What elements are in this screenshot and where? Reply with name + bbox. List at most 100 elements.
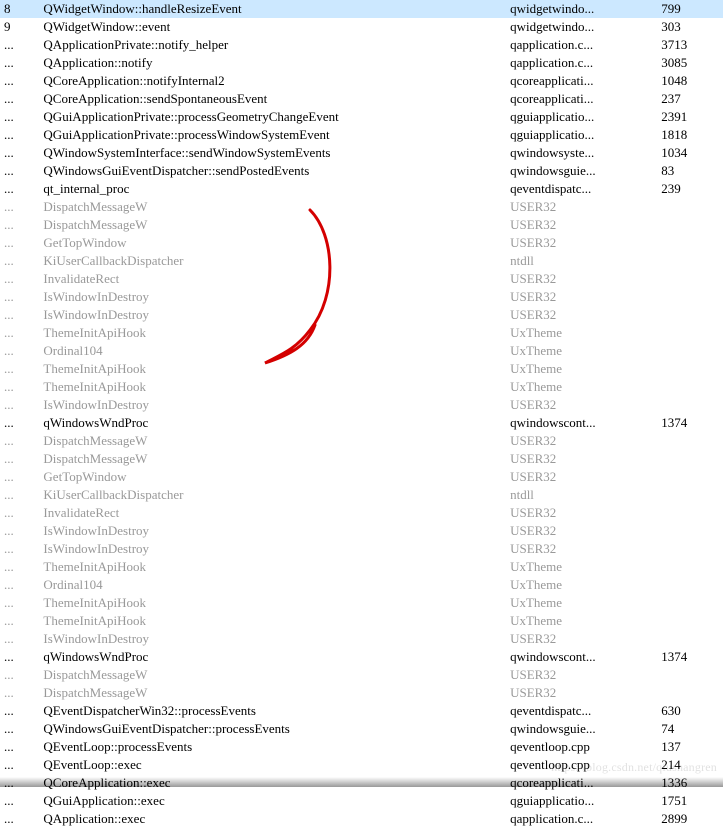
stack-frame-row[interactable]: ...GetTopWindowUSER32 [0,468,723,486]
stack-frame-row[interactable]: ...QApplicationPrivate::notify_helperqap… [0,36,723,54]
frame-module: UxTheme [506,576,657,594]
stack-frame-row[interactable]: ...QGuiApplication::execqguiapplicatio..… [0,792,723,810]
frame-function: QGuiApplicationPrivate::processGeometryC… [39,108,506,126]
stack-frame-row[interactable]: ...QEventLoop::processEventsqeventloop.c… [0,738,723,756]
frame-module: qeventdispatc... [506,702,657,720]
stack-frame-row[interactable]: ...QCoreApplication::sendSpontaneousEven… [0,90,723,108]
stack-frame-row[interactable]: ...QWindowsGuiEventDispatcher::processEv… [0,720,723,738]
stack-frame-row[interactable]: ...IsWindowInDestroyUSER32 [0,522,723,540]
stack-frame-row[interactable]: ...QWindowSystemInterface::sendWindowSys… [0,144,723,162]
frame-depth: ... [0,126,39,144]
frame-function: qWindowsWndProc [39,648,506,666]
frame-function: QApplication::exec [39,810,506,828]
frame-function: ThemeInitApiHook [39,378,506,396]
frame-function: IsWindowInDestroy [39,288,506,306]
frame-line [657,378,723,396]
stack-frame-row[interactable]: ...KiUserCallbackDispatcherntdll [0,486,723,504]
frame-line [657,504,723,522]
stack-frame-row[interactable]: ...QGuiApplicationPrivate::processGeomet… [0,108,723,126]
frame-function: KiUserCallbackDispatcher [39,486,506,504]
stack-frame-row[interactable]: ...InvalidateRectUSER32 [0,504,723,522]
frame-line: 1048 [657,72,723,90]
frame-line [657,234,723,252]
frame-module: qguiapplicatio... [506,792,657,810]
frame-module: qeventloop.cpp [506,738,657,756]
stack-frame-row[interactable]: ...qWindowsWndProcqwindowscont...1374 [0,414,723,432]
stack-frame-row[interactable]: ...DispatchMessageWUSER32 [0,216,723,234]
frame-line [657,450,723,468]
stack-frame-row[interactable]: ...ThemeInitApiHookUxTheme [0,324,723,342]
stack-frame-row[interactable]: ...QApplication::execqapplication.c...28… [0,810,723,828]
stack-frame-row[interactable]: ...QCoreApplication::execqcoreapplicati.… [0,774,723,792]
stack-frame-row[interactable]: ...Ordinal104UxTheme [0,342,723,360]
stack-frame-row[interactable]: ...QEventDispatcherWin32::processEventsq… [0,702,723,720]
stack-frame-row[interactable]: ...KiUserCallbackDispatcherntdll [0,252,723,270]
frame-depth: ... [0,234,39,252]
frame-depth: ... [0,162,39,180]
stack-frame-row[interactable]: ...DispatchMessageWUSER32 [0,432,723,450]
stack-frame-row[interactable]: ...QEventLoop::execqeventloop.cpp214 [0,756,723,774]
stack-frame-row[interactable]: ...IsWindowInDestroyUSER32 [0,306,723,324]
stack-frame-row[interactable]: ...QCoreApplication::notifyInternal2qcor… [0,72,723,90]
stack-frame-row[interactable]: ...DispatchMessageWUSER32 [0,666,723,684]
frame-module: qapplication.c... [506,54,657,72]
stack-frame-row[interactable]: ...IsWindowInDestroyUSER32 [0,396,723,414]
frame-depth: ... [0,252,39,270]
frame-function: InvalidateRect [39,504,506,522]
frame-module: qeventdispatc... [506,180,657,198]
stack-frame-row[interactable]: ...DispatchMessageWUSER32 [0,684,723,702]
stack-frame-row[interactable]: ...qWindowsWndProcqwindowscont...1374 [0,648,723,666]
frame-line: 2391 [657,108,723,126]
frame-depth: ... [0,198,39,216]
frame-module: USER32 [506,666,657,684]
stack-frame-row[interactable]: ...QGuiApplicationPrivate::processWindow… [0,126,723,144]
stack-frame-row[interactable]: ...ThemeInitApiHookUxTheme [0,594,723,612]
frame-line [657,432,723,450]
frame-depth: ... [0,756,39,774]
frame-depth: ... [0,648,39,666]
frame-module: USER32 [506,270,657,288]
frame-module: USER32 [506,234,657,252]
stack-frame-row[interactable]: ...ThemeInitApiHookUxTheme [0,612,723,630]
frame-function: QGuiApplicationPrivate::processWindowSys… [39,126,506,144]
frame-module: USER32 [506,630,657,648]
stack-frame-row[interactable]: ...DispatchMessageWUSER32 [0,450,723,468]
stack-frame-row[interactable]: 8QWidgetWindow::handleResizeEventqwidget… [0,0,723,18]
frame-line: 137 [657,738,723,756]
stack-frame-row[interactable]: ...qt_internal_procqeventdispatc...239 [0,180,723,198]
stack-frame-row[interactable]: ...IsWindowInDestroyUSER32 [0,540,723,558]
frame-depth: ... [0,432,39,450]
frame-depth: ... [0,324,39,342]
frame-line [657,576,723,594]
frame-depth: ... [0,90,39,108]
frame-depth: ... [0,360,39,378]
frame-function: QEventLoop::processEvents [39,738,506,756]
stack-frame-row[interactable]: ...IsWindowInDestroyUSER32 [0,288,723,306]
frame-module: qwindowsguie... [506,162,657,180]
frame-depth: ... [0,612,39,630]
stack-frame-row[interactable]: ...Ordinal104UxTheme [0,576,723,594]
stack-frame-row[interactable]: ...ThemeInitApiHookUxTheme [0,378,723,396]
frame-line: 1818 [657,126,723,144]
frame-function: KiUserCallbackDispatcher [39,252,506,270]
call-stack-table[interactable]: 8QWidgetWindow::handleResizeEventqwidget… [0,0,723,828]
frame-function: QApplicationPrivate::notify_helper [39,36,506,54]
stack-frame-row[interactable]: ...DispatchMessageWUSER32 [0,198,723,216]
frame-module: qwindowsyste... [506,144,657,162]
frame-line [657,360,723,378]
frame-module: qguiapplicatio... [506,108,657,126]
stack-frame-row[interactable]: ...InvalidateRectUSER32 [0,270,723,288]
stack-frame-row[interactable]: ...GetTopWindowUSER32 [0,234,723,252]
frame-module: UxTheme [506,324,657,342]
stack-frame-row[interactable]: ...IsWindowInDestroyUSER32 [0,630,723,648]
stack-frame-row[interactable]: ...ThemeInitApiHookUxTheme [0,558,723,576]
stack-frame-row[interactable]: ...ThemeInitApiHookUxTheme [0,360,723,378]
stack-frame-row[interactable]: 9QWidgetWindow::eventqwidgetwindo...303 [0,18,723,36]
stack-frame-row[interactable]: ...QWindowsGuiEventDispatcher::sendPoste… [0,162,723,180]
frame-depth: ... [0,810,39,828]
stack-frame-row[interactable]: ...QApplication::notifyqapplication.c...… [0,54,723,72]
frame-line: 1374 [657,648,723,666]
frame-depth: ... [0,36,39,54]
frame-module: qwidgetwindo... [506,18,657,36]
frame-depth: 8 [0,0,39,18]
